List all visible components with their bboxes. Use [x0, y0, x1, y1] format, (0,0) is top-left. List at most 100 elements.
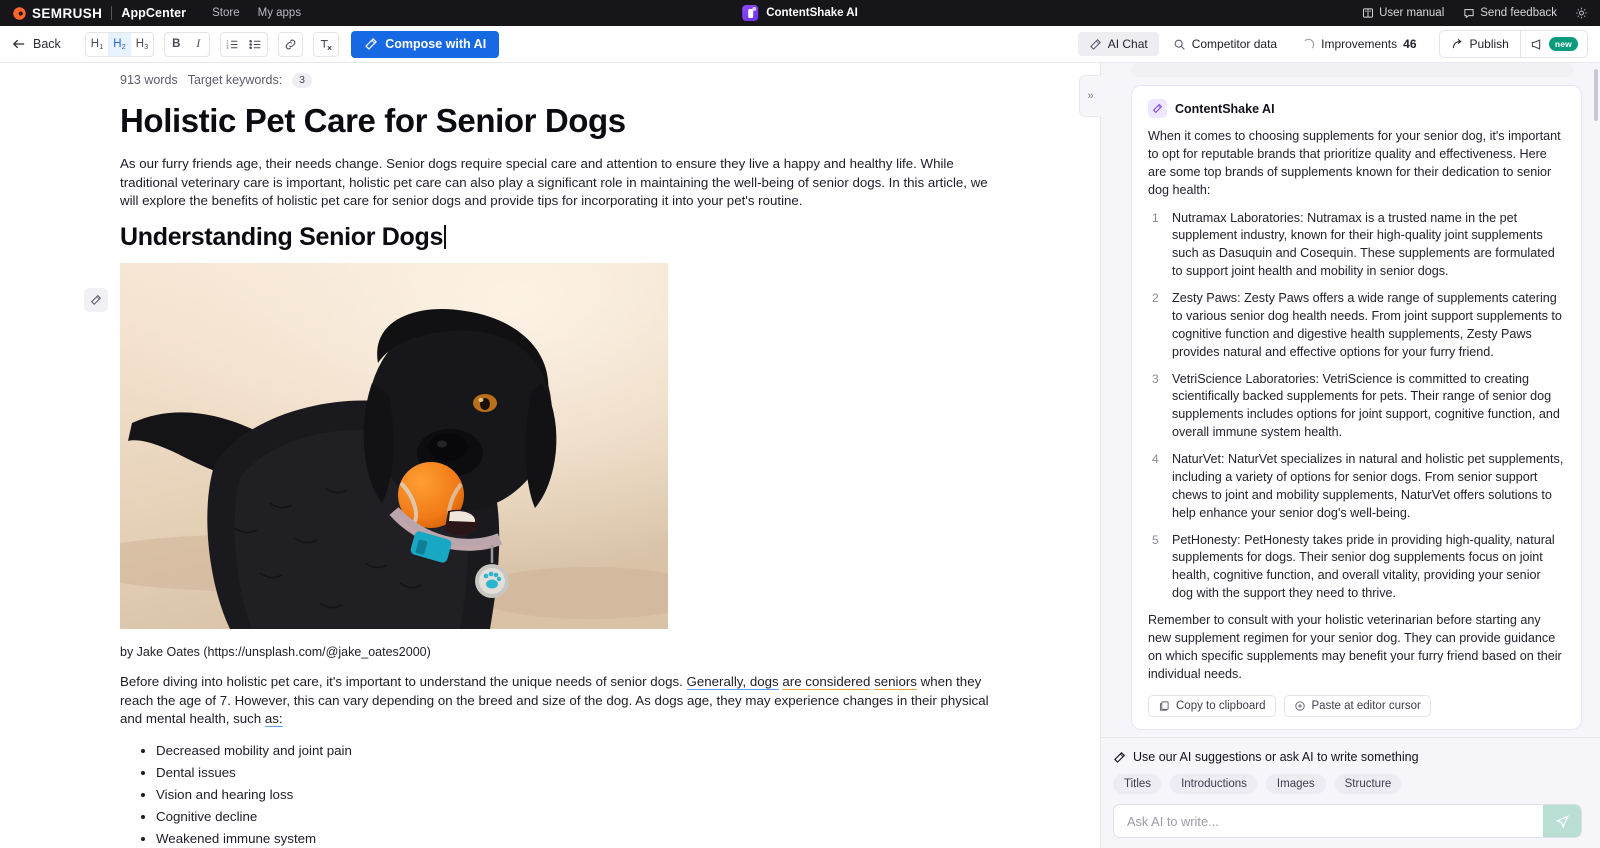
- publish-group: Publish new: [1438, 30, 1588, 58]
- suggestion-seniors[interactable]: seniors: [874, 674, 917, 691]
- ai-chat-label: AI Chat: [1107, 37, 1148, 51]
- plus-circle-icon: [1294, 700, 1305, 711]
- format-button-group: B I: [164, 31, 211, 57]
- ai-response-card: ContentShake AI When it comes to choosin…: [1131, 85, 1582, 730]
- send-icon: [1555, 814, 1569, 828]
- top-nav: Store My apps: [212, 7, 301, 19]
- suggestion-are-considered[interactable]: are considered: [782, 674, 871, 691]
- heading-1-button[interactable]: H1: [86, 33, 108, 56]
- competitor-data-tab[interactable]: Competitor data: [1162, 32, 1288, 56]
- copy-label: Copy to clipboard: [1176, 699, 1266, 712]
- appcenter-label[interactable]: AppCenter: [121, 6, 186, 20]
- brand-list: Nutramax Laboratories: Nutramax is a tru…: [1148, 210, 1565, 604]
- symptom-list: Decreased mobility and joint pain Dental…: [156, 742, 1060, 848]
- list-item[interactable]: Weakened immune system: [156, 830, 1060, 848]
- improvements-tab[interactable]: Improvements 46: [1291, 32, 1427, 56]
- heading-3-sub: 3: [144, 41, 149, 51]
- italic-button[interactable]: I: [187, 33, 209, 56]
- chevron-double-right-icon: »: [1087, 90, 1094, 102]
- list-item[interactable]: Decreased mobility and joint pain: [156, 742, 1060, 760]
- chip-structure[interactable]: Structure: [1333, 774, 1403, 794]
- publish-label: Publish: [1469, 37, 1509, 51]
- paste-label: Paste at editor cursor: [1311, 699, 1421, 712]
- contentshake-app-icon: [742, 5, 759, 21]
- previous-message-truncated[interactable]: [1131, 63, 1574, 77]
- share-arrow-icon: [1452, 38, 1462, 48]
- clear-formatting-icon: [321, 39, 332, 50]
- magic-wand-icon: [1114, 751, 1126, 763]
- chip-introductions[interactable]: Introductions: [1170, 774, 1258, 794]
- clear-formatting-button[interactable]: [314, 33, 338, 56]
- page-title[interactable]: Holistic Pet Care for Senior Dogs: [120, 102, 1060, 140]
- editor-toolbar: Back H1 H2 H3 B I 1 2 3 Compose with AI …: [0, 26, 1600, 63]
- suggestion-as[interactable]: as:: [264, 711, 283, 728]
- publish-button[interactable]: Publish: [1440, 31, 1520, 57]
- bullet-list-button[interactable]: [244, 33, 267, 56]
- ai-card-actions: Copy to clipboard Paste at editor cursor: [1148, 694, 1565, 717]
- ai-gutter-button[interactable]: [84, 288, 108, 312]
- list-item[interactable]: Vision and hearing loss: [156, 786, 1060, 804]
- word-count: 913 words: [120, 73, 178, 88]
- list-item[interactable]: Dental issues: [156, 764, 1060, 782]
- user-manual-button[interactable]: User manual: [1361, 7, 1444, 20]
- paste-at-cursor-button[interactable]: Paste at editor cursor: [1283, 694, 1431, 717]
- composer-hint: Use our AI suggestions or ask AI to writ…: [1113, 750, 1582, 764]
- back-button[interactable]: Back: [12, 37, 75, 51]
- book-icon: [1361, 7, 1374, 20]
- chip-images[interactable]: Images: [1265, 774, 1326, 794]
- image-caption: by Jake Oates (https://unsplash.com/@jak…: [120, 645, 431, 660]
- intro-paragraph[interactable]: As our furry friends age, their needs ch…: [120, 155, 1000, 210]
- link-button[interactable]: [279, 33, 302, 56]
- dog-photo: [120, 263, 668, 630]
- send-button[interactable]: [1543, 805, 1581, 837]
- chat-scroll-area[interactable]: ContentShake AI When it comes to choosin…: [1101, 63, 1600, 737]
- top-bar: SEMRUSH AppCenter Store My apps ContentS…: [0, 0, 1600, 26]
- suggestion-chips: Titles Introductions Images Structure: [1113, 774, 1582, 794]
- panel-scrollbar[interactable]: [1594, 69, 1598, 121]
- list-item: Nutramax Laboratories: Nutramax is a tru…: [1152, 210, 1555, 279]
- ordered-list-icon: 1 2 3: [227, 39, 238, 50]
- back-label: Back: [33, 37, 61, 51]
- suggestion-generally-dogs[interactable]: Generally, dogs: [686, 674, 779, 691]
- bullet-list-icon: [249, 39, 261, 49]
- competitor-data-label: Competitor data: [1191, 37, 1278, 51]
- main-area: 913 words Target keywords: 3 Holistic Pe…: [0, 63, 1600, 848]
- paragraph-text-a: Before diving into holistic pet care, it…: [120, 674, 687, 690]
- top-bar-actions: User manual Send feedback: [1361, 7, 1588, 20]
- app-title-area: ContentShake AI: [742, 5, 858, 21]
- nav-store[interactable]: Store: [212, 7, 240, 19]
- ai-chat-tab[interactable]: AI Chat: [1077, 32, 1159, 56]
- megaphone-icon: [1531, 38, 1541, 50]
- chip-titles[interactable]: Titles: [1113, 774, 1163, 794]
- ordered-list-button[interactable]: 1 2 3: [221, 33, 244, 56]
- body-paragraph[interactable]: Before diving into holistic pet care, it…: [120, 673, 1000, 728]
- copy-to-clipboard-button[interactable]: Copy to clipboard: [1148, 694, 1276, 717]
- new-badge: new: [1548, 37, 1578, 51]
- ai-intro-text: When it comes to choosing supplements fo…: [1148, 129, 1561, 197]
- heading-button-group: H1 H2 H3: [84, 31, 155, 57]
- send-feedback-button[interactable]: Send feedback: [1462, 7, 1557, 20]
- ask-ai-input[interactable]: [1114, 805, 1543, 837]
- document-editor[interactable]: 913 words Target keywords: 3 Holistic Pe…: [0, 63, 1100, 848]
- gauge-icon: [1304, 38, 1315, 49]
- whats-new-button[interactable]: new: [1521, 31, 1587, 57]
- collapse-panel-button[interactable]: »: [1079, 75, 1101, 117]
- clipboard-icon: [1159, 700, 1169, 711]
- semrush-logo[interactable]: SEMRUSH: [12, 6, 102, 21]
- magic-wand-icon: [1152, 103, 1163, 114]
- text-caret: [444, 225, 446, 250]
- magic-wand-icon: [1089, 38, 1101, 50]
- settings-button[interactable]: [1575, 7, 1588, 20]
- section-heading-text: Understanding Senior Dogs: [120, 223, 444, 252]
- article-image[interactable]: [120, 263, 668, 630]
- magic-wand-icon: [90, 294, 102, 306]
- section-heading[interactable]: Understanding Senior Dogs: [120, 223, 1060, 252]
- list-item[interactable]: Cognitive decline: [156, 808, 1060, 826]
- heading-3-button[interactable]: H3: [131, 33, 153, 56]
- heading-2-button[interactable]: H2: [108, 32, 131, 56]
- semrush-wordmark: SEMRUSH: [32, 5, 103, 21]
- compose-with-ai-button[interactable]: Compose with AI: [351, 30, 500, 58]
- nav-my-apps[interactable]: My apps: [258, 7, 301, 19]
- bold-button[interactable]: B: [165, 33, 187, 56]
- target-keywords-count[interactable]: 3: [292, 73, 313, 88]
